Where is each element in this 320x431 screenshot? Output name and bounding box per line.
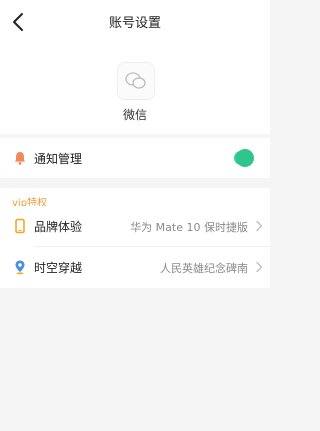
time-travel-label: 时空穿越 bbox=[34, 261, 83, 275]
brand-experience-row[interactable]: 品牌体验 华为 Mate 10 保时捷版 bbox=[0, 206, 270, 246]
phone-icon bbox=[15, 218, 25, 234]
chevron-right-icon bbox=[256, 261, 263, 273]
bell-icon bbox=[14, 152, 26, 165]
brand-experience-value: 华为 Mate 10 保时捷版 bbox=[130, 221, 248, 234]
chevron-right-icon bbox=[256, 220, 263, 232]
wechat-icon bbox=[117, 62, 155, 100]
notification-settings-row[interactable]: 通知管理 bbox=[0, 138, 270, 178]
notification-settings-label: 通知管理 bbox=[34, 152, 83, 166]
toggle-knob bbox=[236, 149, 254, 167]
page-title: 账号设置 bbox=[108, 16, 161, 31]
brand-experience-label: 品牌体验 bbox=[34, 220, 83, 234]
time-travel-row[interactable]: 时空穿越 人民英雄纪念碑南 bbox=[0, 247, 270, 287]
app-info-card: 微信 bbox=[0, 44, 270, 134]
time-travel-value: 人民英雄纪念碑南 bbox=[160, 262, 248, 275]
top-bar: 账号设置 bbox=[0, 0, 270, 44]
notification-toggle[interactable] bbox=[234, 149, 254, 167]
location-pin-icon bbox=[15, 260, 25, 275]
app-name: 微信 bbox=[122, 108, 147, 122]
